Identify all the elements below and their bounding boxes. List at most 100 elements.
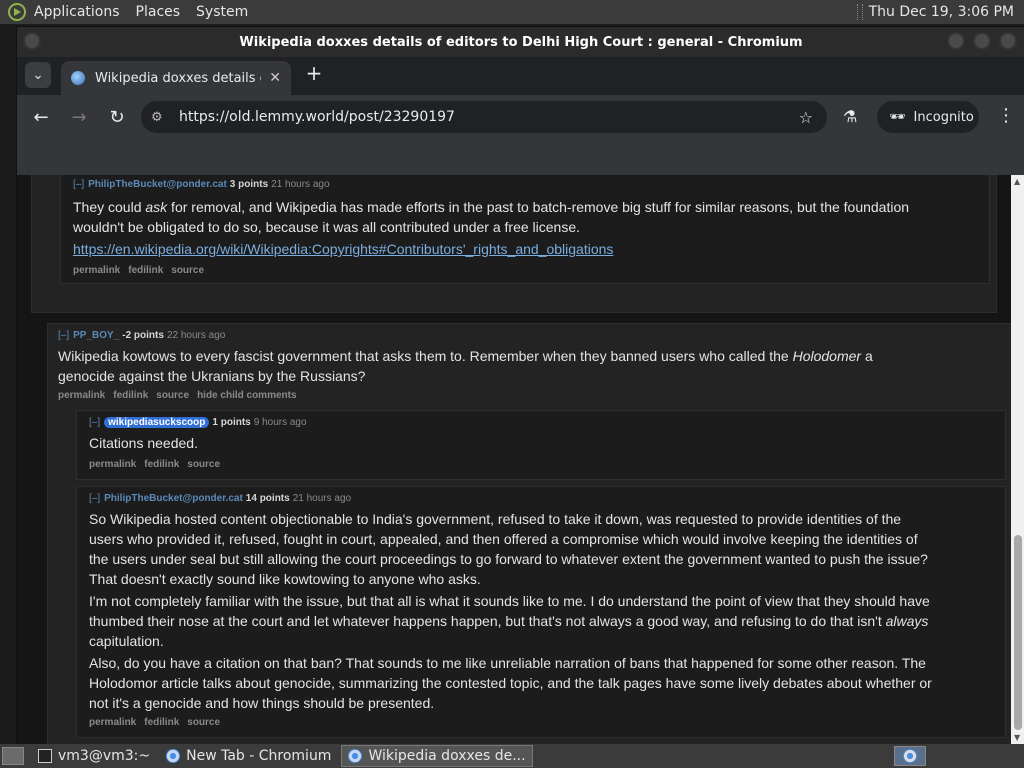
wikipedia-copyright-link[interactable]: https://en.wikipedia.org/wiki/Wikipedia:… — [73, 241, 613, 257]
reload-icon: ↻ — [109, 106, 125, 128]
window-titlebar[interactable]: Wikipedia doxxes details of editors to D… — [17, 27, 1024, 57]
tab-search-button[interactable]: ⌄ — [25, 62, 51, 88]
incognito-label: Incognito — [913, 109, 974, 125]
comment-time: 21 hours ago — [271, 179, 330, 190]
incognito-indicator[interactable]: 🕶 Incognito — [877, 101, 979, 133]
text: They could — [73, 199, 146, 215]
source-link[interactable]: source — [187, 459, 220, 470]
emphasis: ask — [145, 199, 168, 215]
tab-title: Wikipedia doxxes details of e — [95, 70, 261, 86]
collapse-toggle[interactable]: [–] — [89, 417, 100, 428]
collapse-toggle[interactable]: [–] — [89, 493, 100, 504]
comment-meta: [–] PhilipTheBucket@ponder.cat 14 points 21… — [89, 493, 351, 504]
forward-button[interactable]: → — [65, 103, 93, 131]
show-desktop-button[interactable] — [2, 747, 24, 765]
comment-author[interactable]: PhilipTheBucket@ponder.cat — [88, 179, 227, 190]
tab-active[interactable]: Wikipedia doxxes details of e ✕ — [61, 61, 291, 95]
scroll-down-icon[interactable]: ▼ — [1014, 733, 1020, 742]
tab-close-icon[interactable]: ✕ — [269, 70, 281, 86]
fedilink-link[interactable]: fedilink — [144, 459, 179, 470]
permalink-link[interactable]: permalink — [58, 390, 105, 401]
new-tab-button[interactable]: + — [303, 63, 325, 85]
task-terminal[interactable]: vm3@vm3:~ — [32, 745, 156, 767]
more-menu-icon[interactable]: ⋮ — [997, 105, 1015, 126]
source-link[interactable]: source — [187, 717, 220, 728]
comment-points: 1 points — [212, 417, 251, 428]
collapse-toggle[interactable]: [–] — [73, 179, 84, 190]
clock[interactable]: Thu Dec 19, 3:06 PM — [869, 4, 1014, 20]
browser-toolbar: ← → ↻ ⚙ https://old.lemmy.world/post/232… — [17, 95, 1024, 139]
comment-thread: [–] PhilipTheBucket@ponder.cat 3 points 21 … — [31, 175, 997, 313]
comment-paragraph: So Wikipedia hosted content objectionabl… — [89, 511, 928, 587]
comment-paragraph: Citations needed. — [89, 435, 198, 451]
hide-child-comments-link[interactable]: hide child comments — [197, 390, 296, 401]
reload-button[interactable]: ↻ — [103, 103, 131, 131]
source-link[interactable]: source — [156, 390, 189, 401]
text: I'm not completely familiar with the iss… — [89, 593, 930, 629]
url-text[interactable]: https://old.lemmy.world/post/23290197 — [179, 109, 455, 125]
fedilink-link[interactable]: fedilink — [113, 390, 148, 401]
fedilink-link[interactable]: fedilink — [144, 717, 179, 728]
bookmark-star-icon[interactable]: ☆ — [799, 108, 813, 127]
comment-actions: permalink fedilink source — [89, 717, 228, 728]
comment-time: 22 hours ago — [166, 330, 226, 341]
arrow-left-icon: ← — [33, 106, 49, 128]
comment-meta: [–] PP_BOY_ -2 points 22 hours ago — [58, 330, 225, 341]
text: capitulation. — [89, 633, 164, 649]
comment-author-badge[interactable]: wikipediasuckscoop — [104, 417, 210, 428]
address-bar[interactable]: ⚙ https://old.lemmy.world/post/23290197 … — [141, 101, 827, 133]
emphasis: always — [885, 613, 929, 629]
back-button[interactable]: ← — [27, 103, 55, 131]
comment-meta: [–] wikipediasuckscoop 1 points 9 hours ago — [89, 417, 307, 428]
comment-actions: permalink fedilink source — [89, 459, 228, 470]
comment-points: 14 points — [245, 493, 290, 504]
page-viewport[interactable]: [–] PhilipTheBucket@ponder.cat 3 points 21 … — [17, 175, 1011, 745]
comment-points: -2 points — [122, 330, 164, 341]
scroll-up-icon[interactable]: ▲ — [1014, 177, 1020, 186]
fedilink-link[interactable]: fedilink — [128, 265, 163, 276]
task-label: vm3@vm3:~ — [58, 748, 151, 764]
permalink-link[interactable]: permalink — [89, 717, 136, 728]
task-new-tab-chromium[interactable]: New Tab - Chromium — [160, 745, 337, 767]
menu-applications[interactable]: Applications — [26, 4, 128, 20]
comment-paragraph: Wikipedia kowtows to every fascist gover… — [58, 346, 888, 386]
comment-paragraph: I'm not completely familiar with the iss… — [89, 591, 937, 651]
comment-body: Citations needed. — [89, 433, 198, 455]
menu-places[interactable]: Places — [128, 4, 189, 20]
task-wikipedia-chromium[interactable]: Wikipedia doxxes de... — [341, 745, 533, 767]
comment-actions: permalink fedilink source hide child commen… — [58, 390, 305, 401]
tray-chromium-button[interactable] — [894, 746, 926, 766]
page-scrollbar[interactable]: ▲ ▼ — [1011, 175, 1024, 745]
labs-flask-icon[interactable]: ⚗ — [843, 107, 857, 126]
comment-points: 3 points — [229, 179, 269, 190]
close-window-button[interactable] — [999, 32, 1017, 50]
text: for removal, and Wikipedia has made effo… — [73, 199, 910, 235]
minimize-button[interactable] — [947, 32, 965, 50]
comment-child: [–] wikipediasuckscoop 1 points 9 hours ago… — [76, 410, 1006, 480]
task-label: Wikipedia doxxes de... — [368, 748, 526, 764]
bottom-taskbar: vm3@vm3:~ New Tab - Chromium Wikipedia d… — [0, 744, 1024, 768]
comment-author[interactable]: PhilipTheBucket@ponder.cat — [104, 493, 243, 504]
comment-time: 21 hours ago — [292, 493, 352, 504]
site-settings-icon[interactable]: ⚙ — [151, 110, 167, 125]
source-link[interactable]: source — [171, 265, 204, 276]
comment-author[interactable]: PP_BOY_ — [73, 330, 119, 341]
terminal-icon — [38, 749, 52, 763]
menu-system[interactable]: System — [188, 4, 256, 20]
maximize-button[interactable] — [973, 32, 991, 50]
collapse-toggle[interactable]: [–] — [58, 330, 69, 341]
permalink-link[interactable]: permalink — [89, 459, 136, 470]
comment-body: Wikipedia kowtows to every fascist gover… — [58, 346, 888, 388]
top-menu: Applications Places System — [26, 0, 256, 24]
text: Wikipedia kowtows to every fascist gover… — [58, 348, 793, 364]
arrow-right-icon: → — [71, 106, 87, 128]
permalink-link[interactable]: permalink — [73, 265, 120, 276]
bookmark-bar — [17, 139, 1024, 175]
applications-icon[interactable] — [8, 3, 26, 21]
scrollbar-thumb[interactable] — [1014, 535, 1022, 730]
comment-time: 9 hours ago — [253, 417, 307, 428]
comment-paragraph: They could ask for removal, and Wikipedi… — [73, 197, 923, 237]
window-menu-button[interactable] — [23, 32, 41, 50]
comment-child: [–] PhilipTheBucket@ponder.cat 14 points 21… — [76, 486, 1006, 738]
chromium-icon — [166, 749, 181, 763]
